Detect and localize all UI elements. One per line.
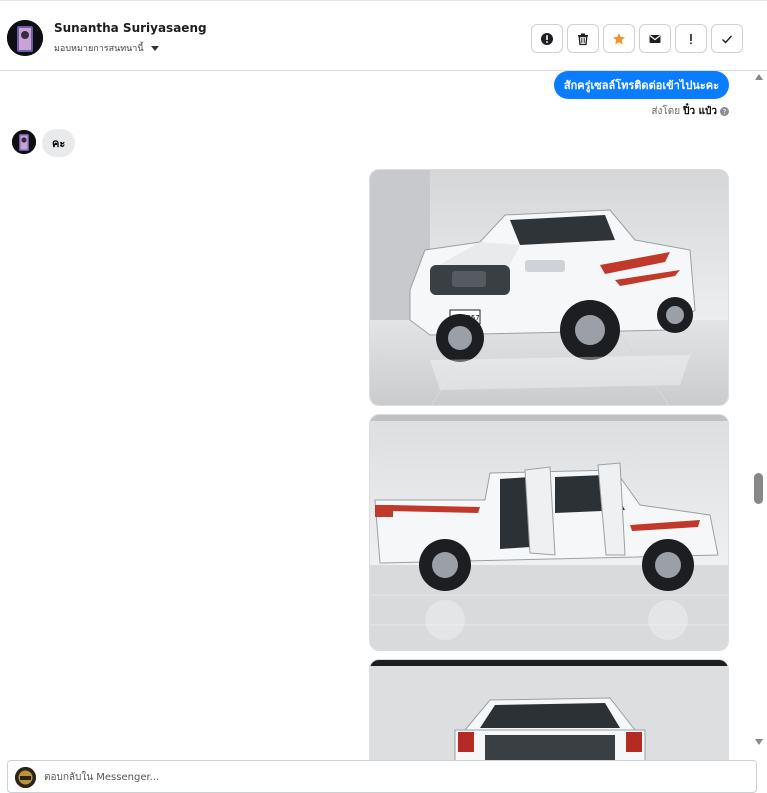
scrollbar-thumb[interactable] <box>754 473 763 504</box>
assign-conversation-dropdown[interactable]: มอบหมายการสนทนานี้ <box>54 41 159 55</box>
mark-unread-button[interactable] <box>639 24 671 53</box>
outgoing-message-bubble[interactable]: สักครู่เซลล์โทรติดต่อเข้าไปนะคะ <box>553 71 729 99</box>
alert-circle-icon <box>541 32 553 45</box>
contact-avatar[interactable] <box>7 20 43 56</box>
exclamation-icon <box>690 33 692 44</box>
assign-label: มอบหมายการสนทนานี้ <box>54 44 144 54</box>
star-button[interactable] <box>603 24 635 53</box>
envelope-icon <box>649 34 661 43</box>
mark-done-button[interactable] <box>711 24 743 53</box>
help-icon[interactable]: ? <box>720 107 729 116</box>
car-photo-side[interactable] <box>369 414 729 651</box>
reply-composer <box>7 760 757 793</box>
star-icon <box>613 32 625 44</box>
car-photo-front[interactable]: ขค 7857 <box>369 169 729 406</box>
trash-icon <box>578 33 588 45</box>
follow-up-button[interactable] <box>675 24 707 53</box>
scroll-down-arrow-icon[interactable] <box>755 739 763 745</box>
incoming-message-bubble[interactable]: คะ <box>42 129 76 157</box>
conversation-actions <box>531 24 743 53</box>
delete-button[interactable] <box>567 24 599 53</box>
caret-down-icon <box>150 45 159 51</box>
scroll-up-arrow-icon[interactable] <box>755 74 763 80</box>
conversation-header: Sunantha Suriyasaeng มอบหมายการสนทนานี้ <box>0 0 767 71</box>
reply-input[interactable] <box>44 767 744 787</box>
sender-avatar[interactable] <box>12 130 36 154</box>
report-spam-button[interactable] <box>531 24 563 53</box>
page-avatar <box>15 767 36 788</box>
checkmark-icon <box>722 35 733 44</box>
sent-by-name: ปิ๋ว แป๋ว <box>683 106 717 117</box>
contact-name[interactable]: Sunantha Suriyasaeng <box>54 21 207 35</box>
sent-by-prefix: ส่งโดย <box>651 106 681 117</box>
car-photo-rear[interactable] <box>369 659 729 760</box>
sent-by-label: ส่งโดย ปิ๋ว แป๋ว ? <box>651 104 729 119</box>
